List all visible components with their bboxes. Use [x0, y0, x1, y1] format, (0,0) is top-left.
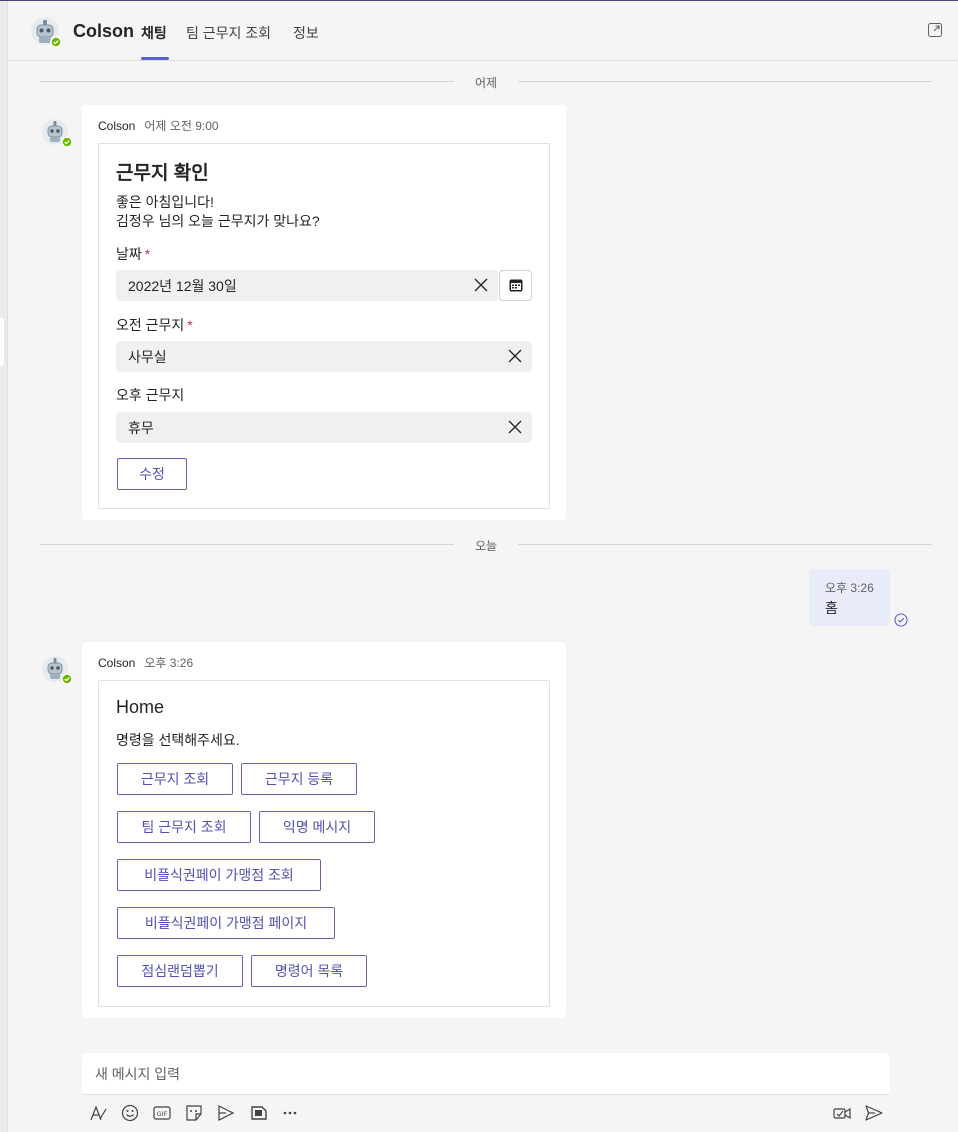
loop-icon[interactable]	[249, 1103, 269, 1123]
message-time: 오후 3:26	[144, 656, 194, 670]
command-list-button[interactable]: 명령어 목록	[251, 955, 367, 987]
message-header: Colson 오후 3:26	[98, 654, 193, 671]
bot-avatar[interactable]	[40, 654, 74, 688]
bot-avatar[interactable]	[40, 117, 74, 151]
am-workplace-label: 오전 근무지 *	[116, 317, 193, 333]
tab-info[interactable]: 정보	[293, 23, 319, 43]
anonymous-message-button[interactable]: 익명 메시지	[259, 811, 375, 843]
am-workplace-value: 사무실	[128, 349, 167, 365]
required-mark: *	[187, 317, 193, 333]
more-icon[interactable]	[281, 1103, 301, 1123]
date-input[interactable]: 2022년 12월 30일	[116, 270, 498, 301]
send-icon[interactable]	[864, 1103, 884, 1123]
meet-now-icon[interactable]	[833, 1103, 853, 1123]
message-text: 홈	[825, 600, 838, 616]
home-card: Home 명령을 선택해주세요. 근무지 조회 근무지 등록 팀 근무지 조회 …	[98, 680, 550, 1007]
date-value: 2022년 12월 30일	[128, 278, 237, 294]
pm-workplace-value: 휴무	[128, 420, 154, 436]
calendar-button[interactable]	[499, 270, 532, 301]
tab-chat[interactable]: 채팅	[141, 23, 167, 43]
card-title: Home	[116, 697, 165, 717]
message-input[interactable]	[82, 1053, 890, 1095]
merchant-page-button[interactable]: 비플식권페이 가맹점 페이지	[117, 907, 335, 939]
message-time: 어제 오전 9:00	[144, 119, 219, 133]
sender-name: Colson	[98, 119, 136, 133]
required-mark: *	[144, 246, 151, 262]
bot-message: Colson 어제 오전 9:00 근무지 확인 좋은 아침입니다! 김정우 님의…	[82, 105, 566, 520]
message-time: 오후 3:26	[825, 581, 874, 595]
emoji-icon[interactable]	[121, 1103, 141, 1123]
am-workplace-select[interactable]: 사무실	[116, 341, 532, 372]
edit-button[interactable]: 수정	[117, 458, 187, 490]
divider-label: 어제	[474, 76, 498, 90]
gif-icon[interactable]: GIF	[153, 1103, 173, 1123]
clear-icon[interactable]	[508, 349, 522, 363]
calendar-icon	[509, 279, 523, 292]
merchant-search-button[interactable]: 비플식권페이 가맹점 조회	[117, 859, 321, 891]
card-title: 근무지 확인	[116, 163, 209, 184]
rail-active-indicator	[0, 318, 4, 366]
tab-team-workplace[interactable]: 팀 근무지 조회	[186, 23, 271, 43]
greeting-text: 좋은 아침입니다!	[116, 194, 214, 210]
popout-icon[interactable]	[928, 23, 942, 37]
divider-label: 오늘	[474, 539, 498, 553]
pm-workplace-label: 오후 근무지	[116, 387, 185, 403]
active-tab-indicator	[141, 57, 169, 60]
random-lunch-button[interactable]: 점심랜덤뽑기	[117, 955, 243, 987]
chat-title: Colson	[73, 21, 134, 41]
team-workplace-button[interactable]: 팀 근무지 조회	[117, 811, 251, 843]
message-header: Colson 어제 오전 9:00	[98, 117, 219, 134]
bot-avatar[interactable]	[30, 16, 62, 48]
message-composer	[82, 1053, 890, 1095]
question-text: 김정우 님의 오늘 근무지가 맞나요?	[116, 213, 320, 229]
clear-icon[interactable]	[474, 278, 488, 292]
workplace-check-card: 근무지 확인 좋은 아침입니다! 김정우 님의 오늘 근무지가 맞나요? 날짜 *…	[98, 143, 550, 509]
svg-text:GIF: GIF	[157, 1110, 168, 1118]
clear-icon[interactable]	[508, 420, 522, 434]
prompt-text: 명령을 선택해주세요.	[116, 732, 240, 748]
sticker-icon[interactable]	[185, 1103, 205, 1123]
sent-message[interactable]: 오후 3:26 홈	[809, 569, 890, 626]
date-label: 날짜 *	[116, 246, 151, 262]
bot-message: Colson 오후 3:26 Home 명령을 선택해주세요. 근무지 조회 근무…	[82, 642, 566, 1018]
pm-workplace-select[interactable]: 휴무	[116, 412, 532, 443]
view-workplace-button[interactable]: 근무지 조회	[117, 763, 233, 795]
sender-name: Colson	[98, 656, 136, 670]
stream-icon[interactable]	[217, 1103, 237, 1123]
read-receipt-icon	[894, 613, 908, 627]
format-icon[interactable]	[89, 1103, 109, 1123]
date-divider-yesterday: 어제	[40, 74, 932, 90]
chat-header: Colson 채팅 팀 근무지 조회 정보	[8, 1, 958, 61]
date-divider-today: 오늘	[40, 537, 932, 553]
app-left-rail	[0, 1, 8, 1132]
register-workplace-button[interactable]: 근무지 등록	[241, 763, 357, 795]
